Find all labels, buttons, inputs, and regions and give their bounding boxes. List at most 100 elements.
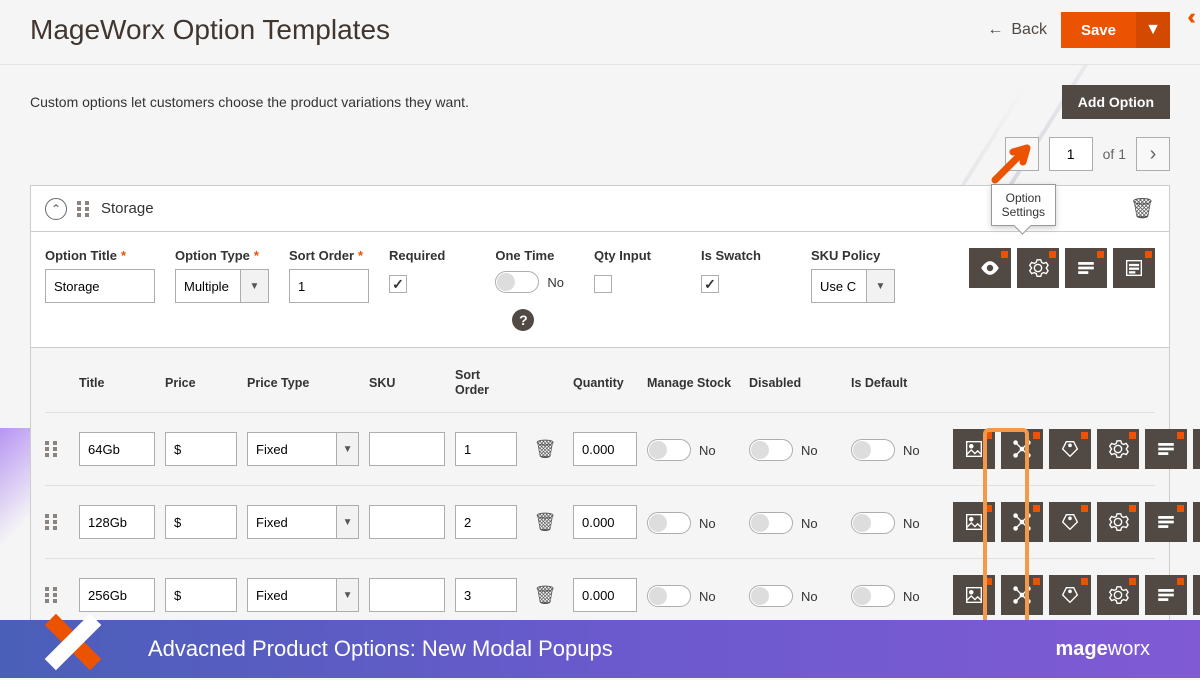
row-title-input[interactable] [79, 432, 155, 466]
col-quantity: Quantity [573, 376, 637, 391]
row-sort-input[interactable] [455, 505, 517, 539]
page-of-label: of 1 [1103, 146, 1126, 162]
option-name: Storage [101, 200, 154, 217]
delete-row-icon[interactable]: 🗑 [527, 512, 563, 533]
row-price-type-select[interactable]: ▼ [247, 578, 359, 612]
save-button[interactable]: Save ▼ [1061, 12, 1170, 48]
col-sort-order: Sort Order [455, 368, 517, 398]
row-title-input[interactable] [79, 505, 155, 539]
description-icon[interactable] [1193, 429, 1200, 469]
qty-input-checkbox[interactable] [594, 275, 612, 293]
option-card: ⌃ Storage OptionSettings 🗑 Option Title*… [30, 185, 1170, 644]
is-swatch-checkbox[interactable] [701, 275, 719, 293]
is-default-toggle[interactable] [851, 439, 895, 461]
row-price-input[interactable] [165, 432, 237, 466]
name-icon[interactable] [1065, 248, 1107, 288]
tier-price-icon[interactable] [1049, 575, 1091, 615]
row-sort-input[interactable] [455, 432, 517, 466]
name-icon[interactable] [1145, 502, 1187, 542]
gear-icon[interactable] [1097, 502, 1139, 542]
col-disabled: Disabled [749, 376, 841, 391]
collapse-toggle-icon[interactable]: ⌃ [45, 198, 67, 220]
back-button[interactable]: ← Back [987, 21, 1047, 39]
tier-price-icon[interactable] [1049, 429, 1091, 469]
disabled-toggle[interactable] [749, 512, 793, 534]
row-qty-input[interactable] [573, 505, 637, 539]
disabled-toggle[interactable] [749, 585, 793, 607]
arrow-left-icon: ← [987, 21, 1003, 39]
dependency-icon[interactable] [1001, 502, 1043, 542]
values-header: Title Price Price Type SKU Sort Order Qu… [45, 360, 1155, 412]
brand-logo: mageworx [1056, 638, 1150, 661]
image-icon[interactable] [953, 429, 995, 469]
drag-handle-icon[interactable] [45, 441, 59, 457]
row-qty-input[interactable] [573, 578, 637, 612]
option-type-select[interactable]: ▼ [175, 269, 269, 303]
delete-row-icon[interactable]: 🗑 [527, 439, 563, 460]
drag-handle-icon[interactable] [77, 201, 91, 217]
dependency-icon[interactable] [1001, 429, 1043, 469]
page-current-input[interactable] [1049, 137, 1093, 171]
gear-icon[interactable] [1097, 575, 1139, 615]
collapse-panel-icon[interactable]: ‹‹ [1187, 4, 1190, 30]
row-sku-input[interactable] [369, 432, 445, 466]
description-icon[interactable] [1193, 575, 1200, 615]
table-row: ▼ 🗑 No No No [45, 412, 1155, 485]
description-icon[interactable] [1193, 502, 1200, 542]
col-is-default: Is Default [851, 376, 943, 391]
brand-x-icon [28, 622, 118, 676]
row-price-input[interactable] [165, 578, 237, 612]
chevron-down-icon: ▼ [337, 578, 359, 612]
chevron-down-icon: ▼ [867, 269, 895, 303]
manage-stock-toggle[interactable] [647, 439, 691, 461]
required-checkbox[interactable] [389, 275, 407, 293]
manage-stock-toggle[interactable] [647, 585, 691, 607]
image-icon[interactable] [953, 502, 995, 542]
page-header: MageWorx Option Templates ← Back Save ▼ [0, 0, 1200, 65]
onetime-toggle[interactable] [495, 271, 539, 293]
chevron-down-icon: ▼ [337, 432, 359, 466]
row-qty-input[interactable] [573, 432, 637, 466]
disabled-toggle[interactable] [749, 439, 793, 461]
save-dropdown-toggle[interactable]: ▼ [1136, 12, 1170, 48]
back-label: Back [1011, 21, 1047, 39]
row-price-type-select[interactable]: ▼ [247, 505, 359, 539]
col-price-type: Price Type [247, 376, 359, 391]
settings-gear-icon[interactable] [1017, 248, 1059, 288]
chevron-down-icon: ▼ [337, 505, 359, 539]
help-icon[interactable]: ? [512, 309, 534, 331]
drag-handle-icon[interactable] [45, 514, 59, 530]
sort-order-label: Sort Order* [289, 248, 369, 263]
option-action-icons [969, 248, 1155, 288]
description-icon[interactable] [1113, 248, 1155, 288]
option-title-input[interactable] [45, 269, 155, 303]
is-default-toggle[interactable] [851, 512, 895, 534]
delete-row-icon[interactable]: 🗑 [527, 585, 563, 606]
tier-price-icon[interactable] [1049, 502, 1091, 542]
is-default-toggle[interactable] [851, 585, 895, 607]
row-title-input[interactable] [79, 578, 155, 612]
option-type-label: Option Type* [175, 248, 269, 263]
image-icon[interactable] [953, 575, 995, 615]
row-sku-input[interactable] [369, 505, 445, 539]
sku-policy-select[interactable]: ▼ [811, 269, 895, 303]
name-icon[interactable] [1145, 575, 1187, 615]
name-icon[interactable] [1145, 429, 1187, 469]
row-sku-input[interactable] [369, 578, 445, 612]
sort-order-input[interactable] [289, 269, 369, 303]
col-sku: SKU [369, 376, 445, 391]
visibility-icon[interactable] [969, 248, 1011, 288]
delete-option-icon[interactable]: 🗑 [1130, 196, 1155, 221]
dependency-icon[interactable] [1001, 575, 1043, 615]
add-option-button[interactable]: Add Option [1062, 85, 1170, 119]
row-sort-input[interactable] [455, 578, 517, 612]
page-next-button[interactable]: › [1136, 137, 1170, 171]
annotation-arrow [985, 130, 1045, 195]
row-price-type-select[interactable]: ▼ [247, 432, 359, 466]
sku-policy-label: SKU Policy [811, 248, 895, 263]
manage-stock-toggle[interactable] [647, 512, 691, 534]
drag-handle-icon[interactable] [45, 587, 59, 603]
is-swatch-label: Is Swatch [701, 248, 761, 263]
gear-icon[interactable] [1097, 429, 1139, 469]
row-price-input[interactable] [165, 505, 237, 539]
